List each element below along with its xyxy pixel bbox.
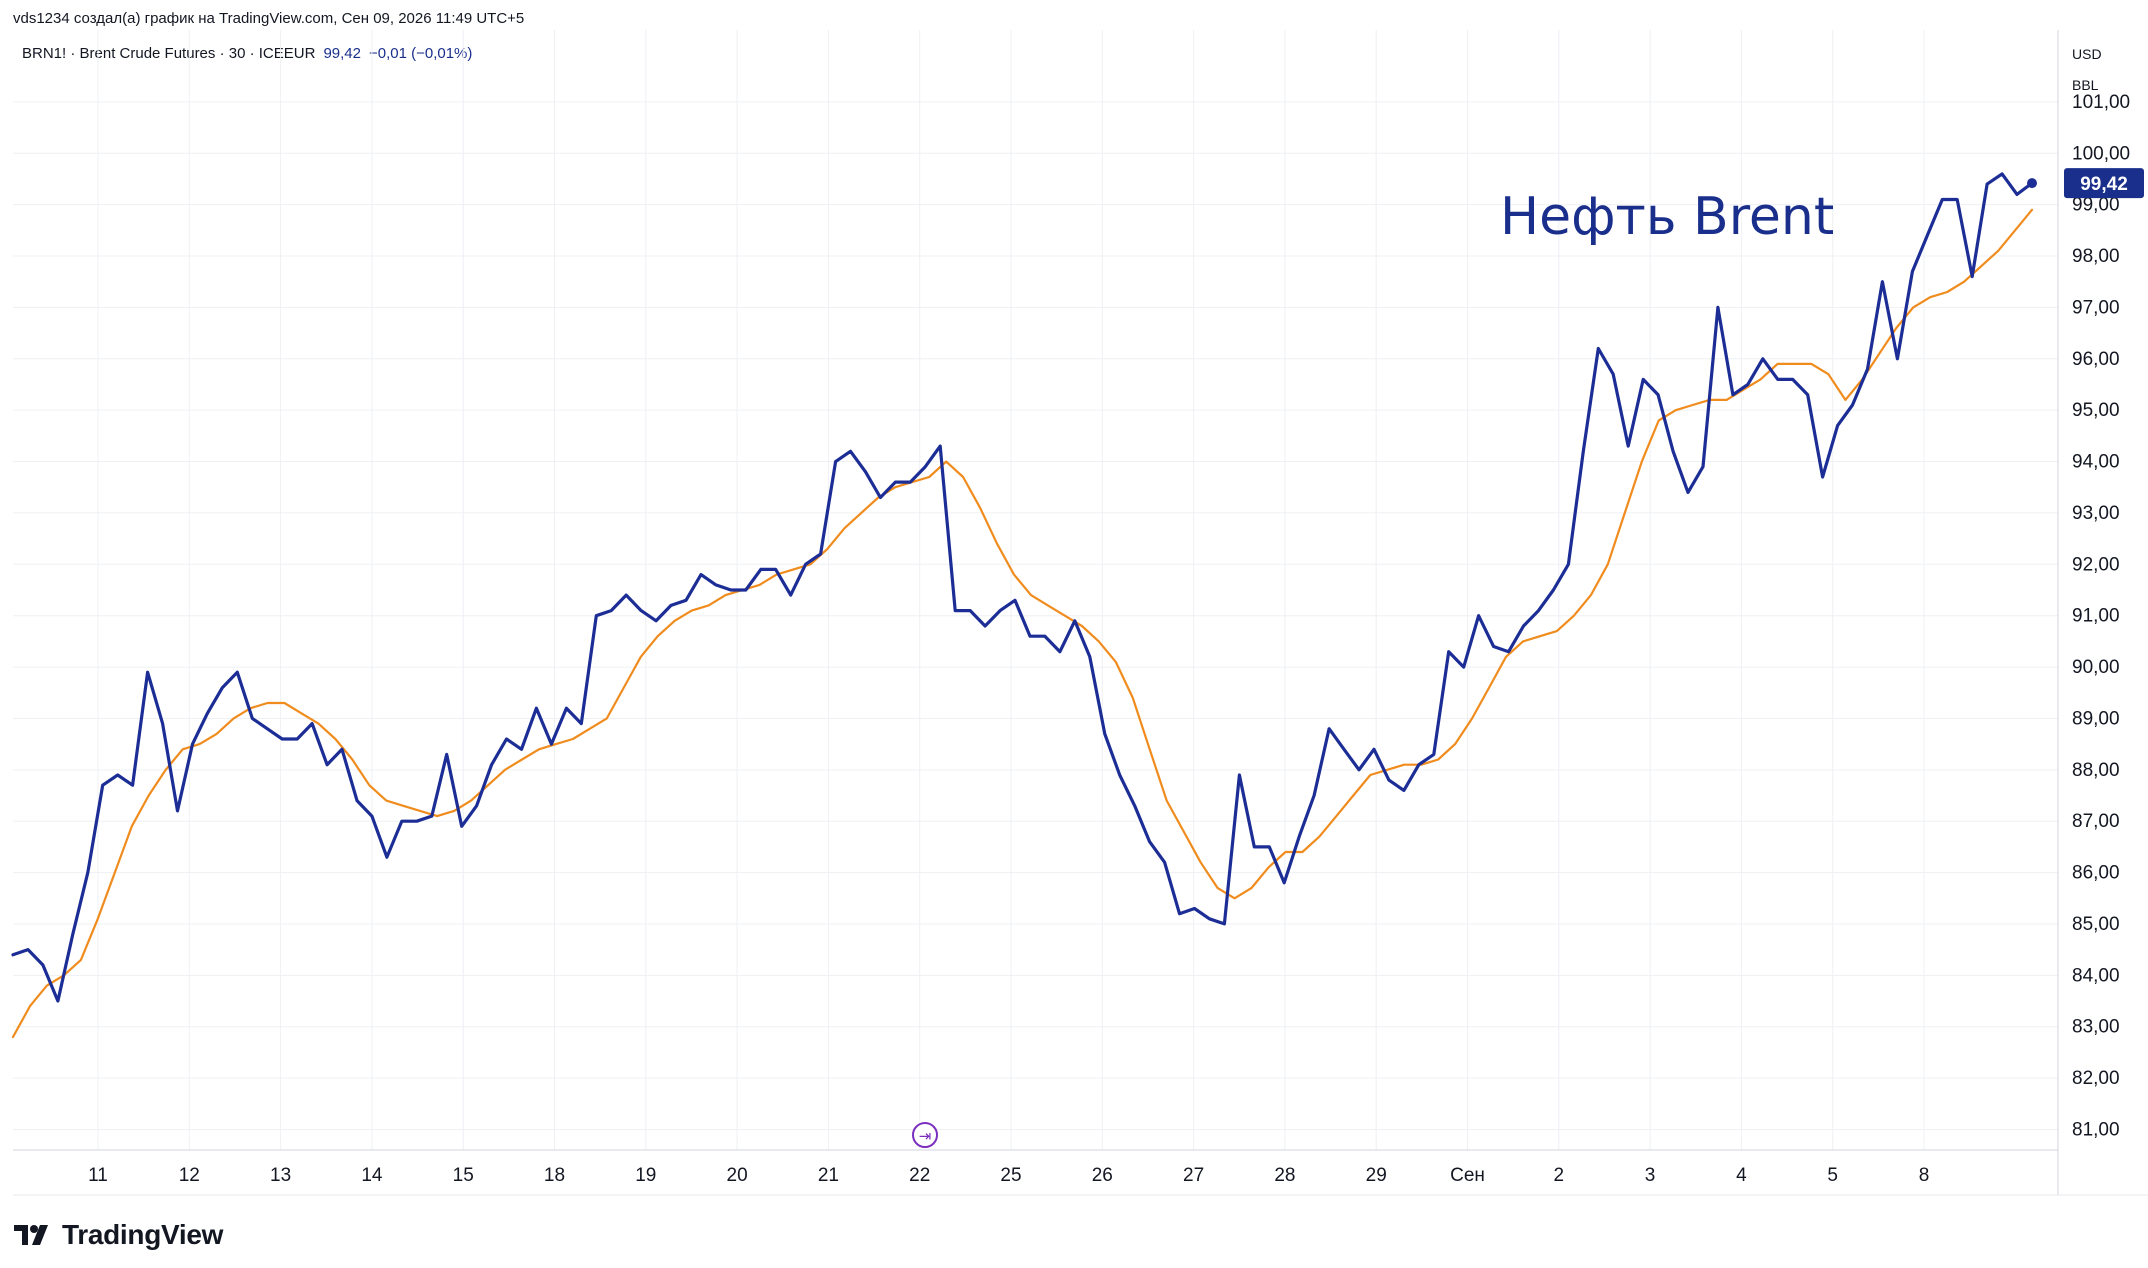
time-tick-label: 13 (270, 1165, 291, 1186)
time-tick-label: 11 (88, 1165, 108, 1186)
chart-series (11, 172, 2037, 1039)
price-tick-label: 89,00 (2072, 708, 2120, 729)
time-tick-label: 14 (361, 1165, 383, 1186)
price-tick-label: 90,00 (2072, 657, 2120, 678)
svg-text:⇥: ⇥ (919, 1127, 932, 1145)
price-line (11, 208, 2034, 1039)
time-tick-label: 21 (818, 1165, 839, 1186)
last-point-dot (2027, 178, 2037, 189)
price-chart[interactable]: 101,00100,0099,0098,0097,0096,0095,0094,… (0, 0, 2148, 1268)
tradingview-mark-icon (14, 1225, 48, 1245)
tradingview-logo[interactable]: TradingView (14, 1219, 223, 1251)
price-tick-label: 94,00 (2072, 452, 2120, 473)
time-tick-label: 29 (1366, 1165, 1387, 1186)
price-tick-label: 84,00 (2072, 965, 2120, 986)
time-tick-label: 18 (544, 1165, 565, 1186)
tradingview-wordmark: TradingView (62, 1219, 224, 1250)
price-tick-label: 97,00 (2072, 297, 2120, 318)
time-tick-label: 28 (1274, 1165, 1295, 1186)
price-tick-label: 101,00 (2072, 92, 2130, 113)
price-tick-label: 85,00 (2072, 914, 2120, 935)
price-tick-label: 86,00 (2072, 863, 2120, 884)
price-tick-label: 82,00 (2072, 1068, 2120, 1089)
price-tick-label: 98,00 (2072, 246, 2120, 267)
price-tick-label: 91,00 (2072, 606, 2120, 627)
time-tick-label: 8 (1919, 1165, 1930, 1186)
time-tick-label: 19 (635, 1165, 656, 1186)
time-tick-label: 22 (909, 1165, 930, 1186)
time-scale-ticks: 11 12 13 14 15 18 19 20 21 22 25 26 27 28 29 Сен 2 3 4 5 8 (88, 1165, 1929, 1186)
time-tick-label: 2 (1554, 1165, 1565, 1186)
time-tick-label: 20 (727, 1165, 748, 1186)
price-tick-label: 100,00 (2072, 143, 2130, 164)
time-tick-label: 4 (1736, 1165, 1747, 1186)
price-tick-label: 96,00 (2072, 349, 2120, 370)
price-tick-label: 95,00 (2072, 400, 2120, 421)
price-scale-ticks: 101,00100,0099,0098,0097,0096,0095,0094,… (2072, 92, 2130, 1141)
last-price-label: 99,42 (2080, 174, 2128, 195)
moving-average-line (11, 172, 2034, 1003)
price-tick-label: 88,00 (2072, 760, 2120, 781)
events-icon[interactable]: ⇥ (912, 1122, 938, 1148)
price-tick-label: 83,00 (2072, 1017, 2120, 1038)
price-tick-label: 81,00 (2072, 1119, 2120, 1140)
time-tick-label: 25 (1000, 1165, 1021, 1186)
price-tick-label: 93,00 (2072, 503, 2120, 524)
time-tick-label: 12 (179, 1165, 200, 1186)
time-tick-label: 15 (453, 1165, 474, 1186)
time-tick-label: 3 (1645, 1165, 1656, 1186)
time-tick-label: 5 (1827, 1165, 1838, 1186)
time-tick-label: 27 (1183, 1165, 1204, 1186)
time-tick-label: Сен (1450, 1165, 1485, 1186)
price-tick-label: 92,00 (2072, 554, 2120, 575)
chart-annotation: Нефть Brent (1500, 187, 1834, 247)
price-tick-label: 87,00 (2072, 811, 2120, 832)
last-price-marker: 99,42 (2064, 168, 2144, 199)
time-tick-label: 26 (1092, 1165, 1113, 1186)
